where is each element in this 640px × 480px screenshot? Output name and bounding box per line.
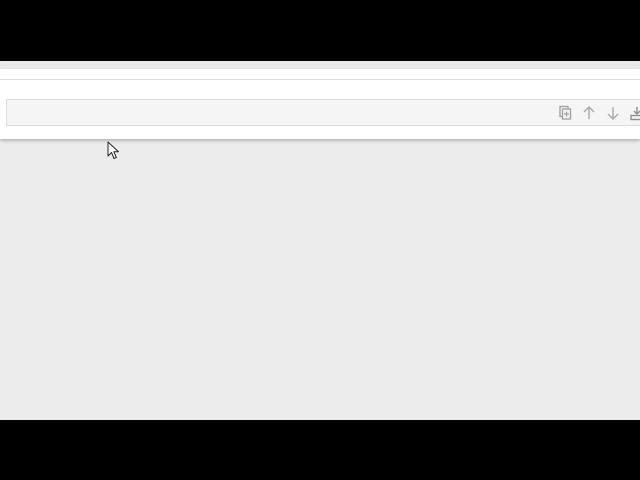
- screen-letterbox: [0, 0, 640, 480]
- arrow-up-icon[interactable]: [580, 104, 598, 122]
- notebook-workspace: [0, 61, 640, 420]
- code-cell[interactable]: [6, 99, 640, 126]
- arrow-down-icon[interactable]: [604, 104, 622, 122]
- cell-toolbar: [547, 100, 640, 125]
- cell-editor[interactable]: [13, 103, 537, 124]
- panel-divider: [0, 79, 640, 80]
- insert-below-icon[interactable]: [628, 104, 640, 122]
- top-strip: [0, 61, 640, 69]
- notebook-cell-panel: [0, 69, 640, 139]
- duplicate-icon[interactable]: [556, 104, 574, 122]
- mouse-pointer-icon: [107, 141, 121, 161]
